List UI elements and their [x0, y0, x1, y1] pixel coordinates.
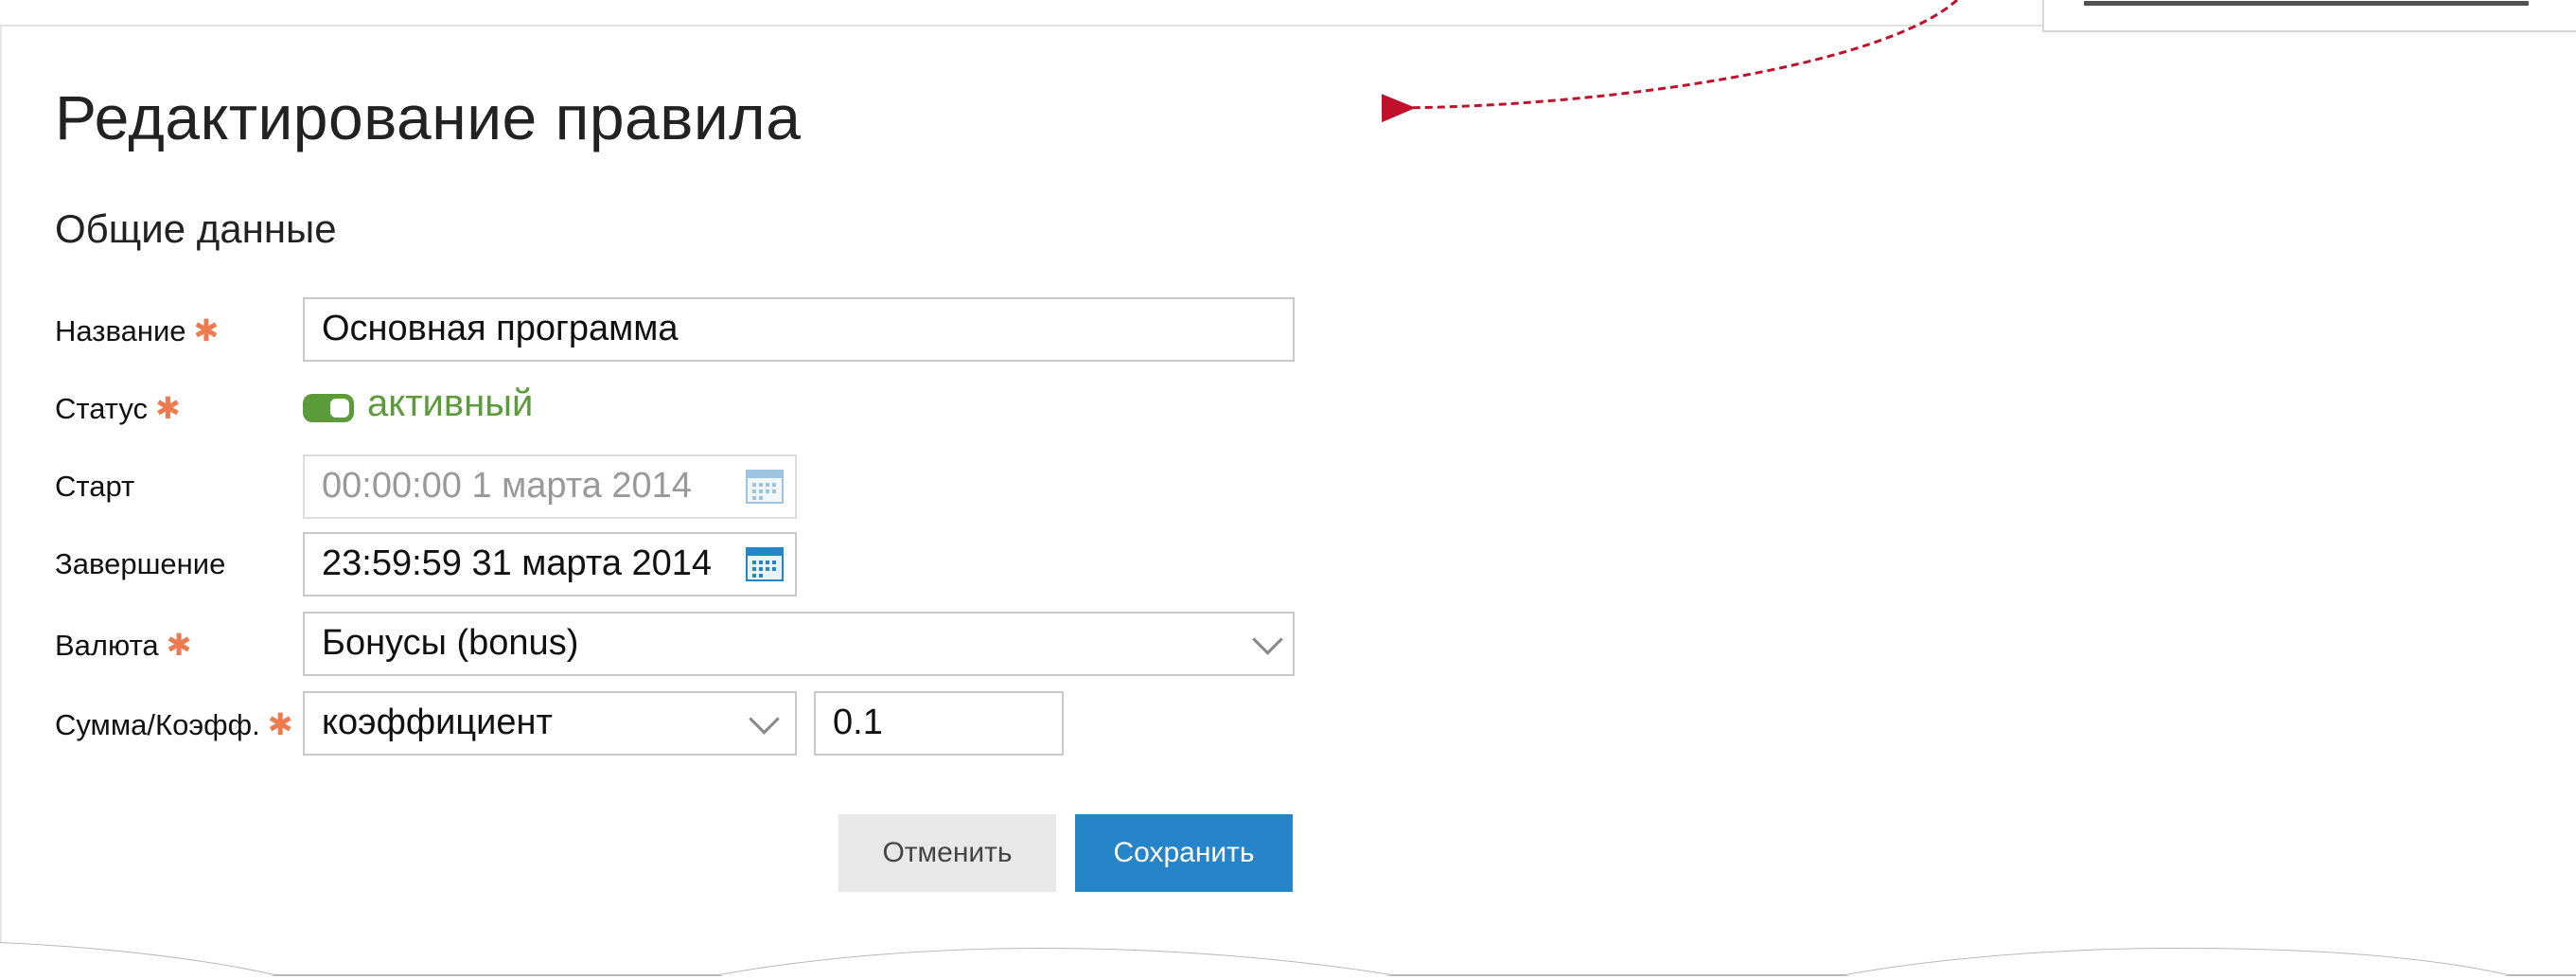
amount-input-value: 0.1 [833, 703, 883, 742]
currency-label-text: Валюта [55, 629, 159, 662]
amount-label-text: Сумма/Коэфф. [55, 708, 260, 741]
chevron-down-icon [1252, 624, 1283, 655]
amount-input[interactable]: 0.1 [814, 691, 1064, 756]
section-title: Общие данные [55, 206, 337, 251]
end-label-text: Завершение [55, 547, 226, 580]
toggle-knob [330, 399, 349, 418]
chevron-down-icon [749, 703, 780, 735]
status-value: активный [367, 383, 534, 424]
currency-label: Валюта ✱ [55, 627, 191, 663]
name-input[interactable]: Основная программа [303, 297, 1295, 362]
asterisk-icon: ✱ [155, 391, 181, 425]
panel-left-border [0, 27, 2, 945]
currency-select[interactable]: Бонусы (bonus) [303, 612, 1295, 676]
cancel-button[interactable]: Отменить [838, 814, 1056, 892]
save-button[interactable]: Сохранить [1075, 814, 1293, 892]
name-label-text: Название [55, 314, 186, 347]
callout-cut-text [2084, 0, 2529, 8]
end-datetime-input[interactable]: 23:59:59 31 марта 2014 [303, 532, 797, 596]
amount-type-select[interactable]: коэффициент [303, 691, 797, 756]
asterisk-icon: ✱ [193, 313, 220, 347]
amount-type-value: коэффициент [322, 703, 553, 742]
name-input-value: Основная программа [322, 309, 679, 348]
status-label-text: Статус [55, 392, 148, 425]
calendar-icon[interactable] [746, 546, 784, 582]
callout-box [2042, 0, 2576, 32]
end-datetime-value: 23:59:59 31 марта 2014 [322, 543, 713, 583]
amount-label: Сумма/Коэфф. ✱ [55, 706, 293, 742]
page-title: Редактирование правила [55, 82, 802, 152]
asterisk-icon: ✱ [267, 707, 293, 741]
currency-select-value: Бонусы (bonus) [322, 623, 579, 663]
status-toggle[interactable] [303, 394, 354, 422]
name-label: Название ✱ [55, 312, 219, 348]
start-datetime-value: 00:00:00 1 марта 2014 [322, 466, 692, 506]
start-label-text: Старт [55, 470, 135, 503]
calendar-icon[interactable] [746, 469, 784, 505]
start-datetime-input[interactable]: 00:00:00 1 марта 2014 [303, 454, 797, 519]
end-label: Завершение [55, 547, 225, 581]
status-label: Статус ✱ [55, 390, 181, 426]
torn-edge-decoration [0, 942, 2576, 976]
asterisk-icon: ✱ [166, 628, 192, 662]
start-label: Старт [55, 470, 134, 504]
